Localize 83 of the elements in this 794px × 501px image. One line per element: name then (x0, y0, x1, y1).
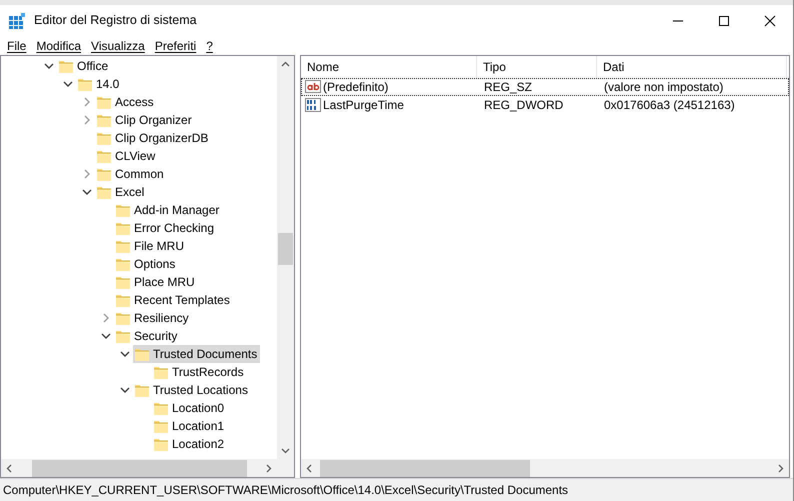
value-data: 0x017606a3 (24512163) (604, 98, 735, 112)
folder-icon (115, 292, 131, 308)
tree-item[interactable]: Office (57, 57, 112, 75)
folder-icon (153, 400, 169, 416)
folder-icon (96, 184, 112, 200)
tree-item[interactable]: Security (114, 327, 180, 345)
tree-item[interactable]: Add-in Manager (114, 201, 222, 219)
chevron-right-icon[interactable] (82, 169, 92, 179)
binary-value-icon (305, 97, 321, 113)
tree-item[interactable]: Location1 (152, 417, 228, 435)
tree-item[interactable]: Trusted Locations (133, 381, 251, 399)
folder-icon (115, 202, 131, 218)
folder-icon (115, 220, 131, 236)
value-name: (Predefinito) (323, 79, 388, 96)
column-header[interactable]: Nome (301, 56, 477, 78)
folder-icon (153, 418, 169, 434)
maximize-icon (718, 14, 730, 26)
folder-icon (96, 166, 112, 182)
folder-icon (96, 94, 112, 110)
tree-item[interactable]: Recent Templates (114, 291, 233, 309)
folder-icon (134, 346, 150, 362)
folder-icon (96, 148, 112, 164)
folder-icon (115, 328, 131, 344)
folder-icon (115, 310, 131, 326)
chevron-right-icon[interactable] (82, 97, 92, 107)
string-value-icon (305, 79, 321, 95)
tree-item[interactable]: Location2 (152, 435, 228, 453)
tree-item[interactable]: File MRU (114, 237, 187, 255)
menu-item[interactable]: Modifica (31, 36, 86, 54)
chevron-down-icon[interactable] (120, 349, 130, 359)
tree-item[interactable]: Trusted Documents (133, 345, 260, 363)
folder-icon (77, 76, 93, 92)
folder-icon (115, 274, 131, 290)
tree-item[interactable]: Location0 (152, 399, 228, 417)
menu-item[interactable]: File (2, 36, 32, 54)
tree-item[interactable]: CLView (95, 147, 158, 165)
registry-path: Computer\HKEY_CURRENT_USER\SOFTWARE\Microsoft\Office\14.0\Excel\Security\Trusted Documents (3, 482, 568, 499)
menu-item[interactable]: Visualizza (86, 36, 150, 54)
tree-item[interactable]: Clip Organizer (95, 111, 195, 129)
tree-item[interactable]: Common (95, 165, 167, 183)
tree-item[interactable]: Clip OrganizerDB (95, 129, 212, 147)
tree-item[interactable]: Options (114, 255, 178, 273)
close-icon (764, 14, 776, 26)
value-type: REG_DWORD (484, 98, 564, 112)
scroll-thumb[interactable] (32, 460, 247, 476)
chevron-down-icon[interactable] (101, 331, 111, 341)
chevron-down-icon[interactable] (120, 385, 130, 395)
tree-item[interactable]: Access (95, 93, 157, 111)
folder-icon (153, 364, 169, 380)
menu-item[interactable]: ? (201, 36, 218, 54)
tree-item[interactable]: Error Checking (114, 219, 218, 237)
column-header[interactable]: Dati (597, 56, 787, 78)
chevron-down-icon[interactable] (82, 187, 92, 197)
window-title: Editor del Registro di sistema (34, 12, 198, 30)
value-data: (valore non impostato) (604, 80, 724, 94)
value-type: REG_SZ (484, 80, 532, 94)
chevron-down-icon[interactable] (63, 79, 73, 89)
folder-icon (58, 58, 74, 74)
tree-item[interactable]: Place MRU (114, 273, 198, 291)
value-name: LastPurgeTime (323, 97, 404, 114)
column-header[interactable]: Tipo (477, 56, 597, 78)
tree-item[interactable]: TrustRecords (152, 363, 247, 381)
horizontal-scrollbar[interactable] (1, 459, 294, 477)
chevron-right-icon[interactable] (82, 115, 92, 125)
horizontal-scrollbar[interactable] (301, 459, 789, 477)
scroll-thumb[interactable] (278, 233, 293, 265)
folder-icon (96, 130, 112, 146)
tree-item[interactable]: 14.0 (76, 75, 122, 93)
value-row[interactable]: (Predefinito) REG_SZ (valore non impostato) (301, 78, 789, 96)
vertical-scrollbar[interactable] (277, 56, 294, 459)
registry-app-icon (8, 12, 26, 30)
folder-icon (115, 256, 131, 272)
value-row[interactable]: LastPurgeTime REG_DWORD 0x017606a3 (24512163) (301, 96, 789, 114)
chevron-down-icon[interactable] (44, 61, 54, 71)
chevron-right-icon[interactable] (101, 313, 111, 323)
folder-icon (153, 436, 169, 452)
folder-icon (134, 382, 150, 398)
folder-icon (96, 112, 112, 128)
menu-item[interactable]: Preferiti (150, 36, 202, 54)
tree-item[interactable]: Resiliency (114, 309, 192, 327)
scroll-thumb[interactable] (320, 460, 530, 476)
folder-icon (115, 238, 131, 254)
tree-item[interactable]: Excel (95, 183, 148, 201)
